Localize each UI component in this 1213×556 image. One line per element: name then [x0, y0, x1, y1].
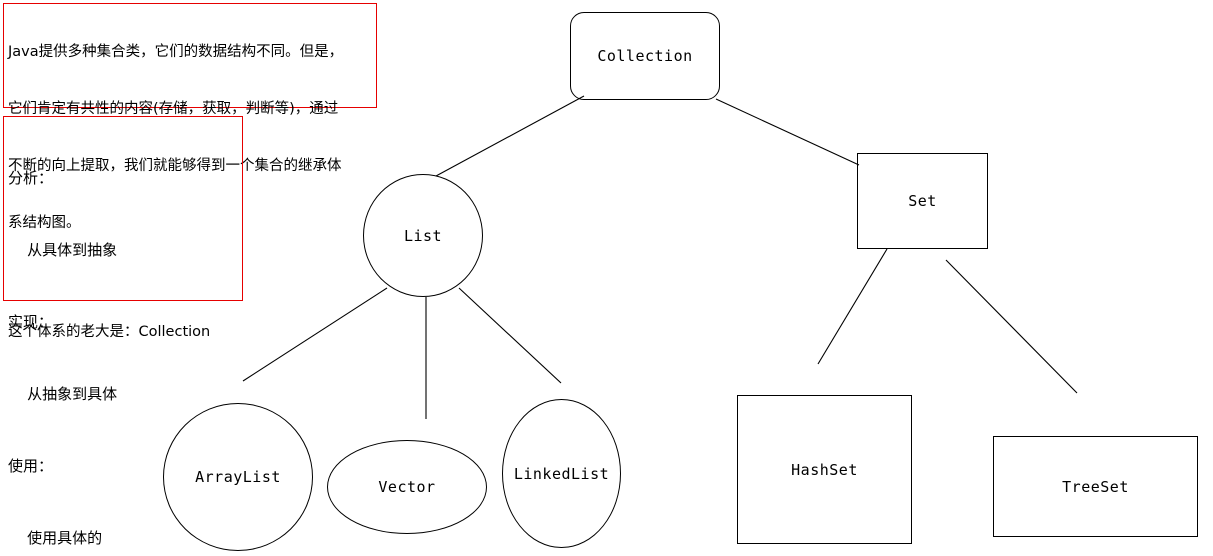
edge-collection-list: [435, 95, 585, 177]
node-vector[interactable]: Vector: [327, 440, 487, 534]
node-arraylist[interactable]: ArrayList: [163, 403, 313, 551]
node-hashset[interactable]: HashSet: [737, 395, 912, 544]
note-analysis-line-2: 从具体到抽象: [8, 241, 118, 259]
node-collection[interactable]: Collection: [570, 12, 720, 100]
node-set-label: Set: [908, 192, 937, 210]
edge-set-hashset: [817, 248, 888, 365]
note-analysis-line-1: 分析：: [8, 169, 54, 187]
node-treeset-label: TreeSet: [1062, 477, 1129, 496]
node-vector-label: Vector: [378, 478, 436, 496]
node-list[interactable]: List: [363, 174, 483, 297]
note-analysis-line-4: 从抽象到具体: [8, 385, 118, 403]
node-list-label: List: [403, 226, 443, 245]
edge-collection-set: [715, 98, 860, 166]
note-intro-line-1: Java提供多种集合类，它们的数据结构不同。但是，: [8, 44, 344, 60]
node-arraylist-label: ArrayList: [195, 468, 281, 486]
node-hashset-label: HashSet: [791, 460, 858, 479]
note-analysis: 分析： 从具体到抽象 实现： 从抽象到具体 使用： 使用具体的 看到一个继承体现…: [3, 116, 243, 547]
node-linkedlist[interactable]: LinkedList: [502, 399, 621, 548]
node-set[interactable]: Set: [857, 153, 988, 249]
note-analysis-line-3: 实现：: [8, 313, 54, 331]
diagram-canvas: Java提供多种集合类，它们的数据结构不同。但是， 它们肯定有共性的内容(存储，…: [0, 0, 1213, 556]
node-collection-label: Collection: [597, 47, 693, 65]
edge-list-linkedlist: [458, 287, 562, 384]
node-treeset[interactable]: TreeSet: [993, 436, 1198, 537]
note-intro: Java提供多种集合类，它们的数据结构不同。但是， 它们肯定有共性的内容(存储，…: [3, 3, 377, 340]
edge-set-treeset: [945, 259, 1078, 394]
node-linkedlist-label: LinkedList: [513, 464, 610, 483]
